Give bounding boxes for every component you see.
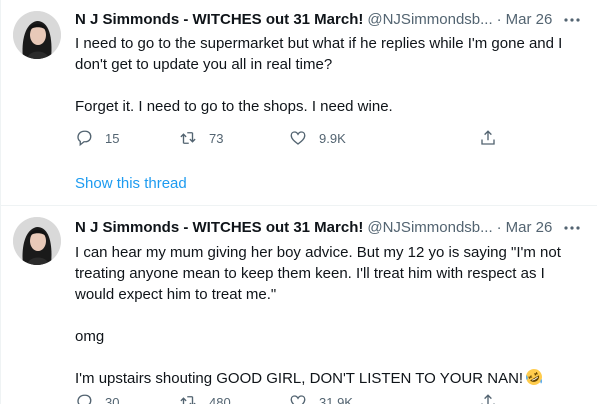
- share-icon: [481, 130, 495, 145]
- share-button[interactable]: [479, 129, 497, 147]
- tweet-paragraph-last: I'm upstairs shouting GOOD GIRL, DON'T L…: [75, 368, 580, 389]
- like-icon: [290, 395, 306, 404]
- tweet-feed: N J Simmonds - WITCHES out 31 March! @NJ…: [0, 0, 597, 404]
- tweet-text: I can hear my mum giving her boy advice.…: [75, 242, 580, 389]
- author-handle[interactable]: @NJSimmondsb...: [367, 10, 492, 30]
- reply-count: 15: [105, 130, 120, 146]
- separator-dot: ·: [496, 11, 502, 28]
- share-button[interactable]: [479, 393, 497, 404]
- retweet-icon: [180, 132, 196, 144]
- more-icon[interactable]: [562, 10, 582, 30]
- tweet[interactable]: N J Simmonds - WITCHES out 31 March! @NJ…: [1, 207, 597, 404]
- retweet-button[interactable]: 480: [179, 393, 231, 404]
- tweet-date[interactable]: Mar 26: [506, 218, 553, 238]
- retweet-count: 480: [209, 394, 231, 404]
- retweet-button[interactable]: 73: [179, 129, 223, 147]
- tweet-header: N J Simmonds - WITCHES out 31 March! @NJ…: [75, 10, 582, 30]
- reply-button[interactable]: 15: [75, 129, 119, 147]
- tweet-paragraph: I can hear my mum giving her boy advice.…: [75, 244, 561, 303]
- reply-icon: [77, 394, 92, 404]
- like-icon: [290, 131, 306, 145]
- author-name[interactable]: N J Simmonds - WITCHES out 31 March!: [75, 218, 363, 238]
- avatar[interactable]: [13, 11, 61, 59]
- rolling-on-floor-laughing-emoji-icon: [525, 368, 543, 386]
- retweet-icon: [180, 396, 196, 404]
- like-button[interactable]: 9.9K: [289, 129, 346, 147]
- more-icon[interactable]: [562, 218, 582, 238]
- reply-icon: [77, 130, 92, 147]
- tweet-paragraph: omg: [75, 328, 105, 345]
- author-name[interactable]: N J Simmonds - WITCHES out 31 March!: [75, 10, 363, 30]
- show-thread-link[interactable]: Show this thread: [75, 175, 187, 192]
- separator-dot: ·: [496, 219, 502, 236]
- retweet-count: 73: [209, 130, 224, 146]
- tweet-paragraph: Forget it. I need to go to the shops. I …: [75, 98, 393, 115]
- reply-count: 30: [105, 394, 120, 404]
- author-handle[interactable]: @NJSimmondsb...: [367, 218, 492, 238]
- like-count: 9.9K: [319, 130, 346, 146]
- tweet-date[interactable]: Mar 26: [506, 10, 553, 30]
- tweet-header: N J Simmonds - WITCHES out 31 March! @NJ…: [75, 218, 582, 238]
- tweet-actions: 15 73 9.9K: [75, 128, 505, 148]
- avatar[interactable]: [13, 217, 61, 265]
- like-count: 31.9K: [319, 394, 353, 404]
- tweet-paragraph: I need to go to the supermarket but what…: [75, 35, 563, 73]
- reply-button[interactable]: 30: [75, 393, 119, 404]
- tweet-text: I need to go to the supermarket but what…: [75, 33, 580, 117]
- share-icon: [481, 394, 495, 404]
- tweet[interactable]: N J Simmonds - WITCHES out 31 March! @NJ…: [1, 0, 597, 206]
- like-button[interactable]: 31.9K: [289, 393, 353, 404]
- tweet-actions: 30 480 31.9K: [75, 392, 505, 404]
- tweet-paragraph: I'm upstairs shouting GOOD GIRL, DON'T L…: [75, 370, 524, 387]
